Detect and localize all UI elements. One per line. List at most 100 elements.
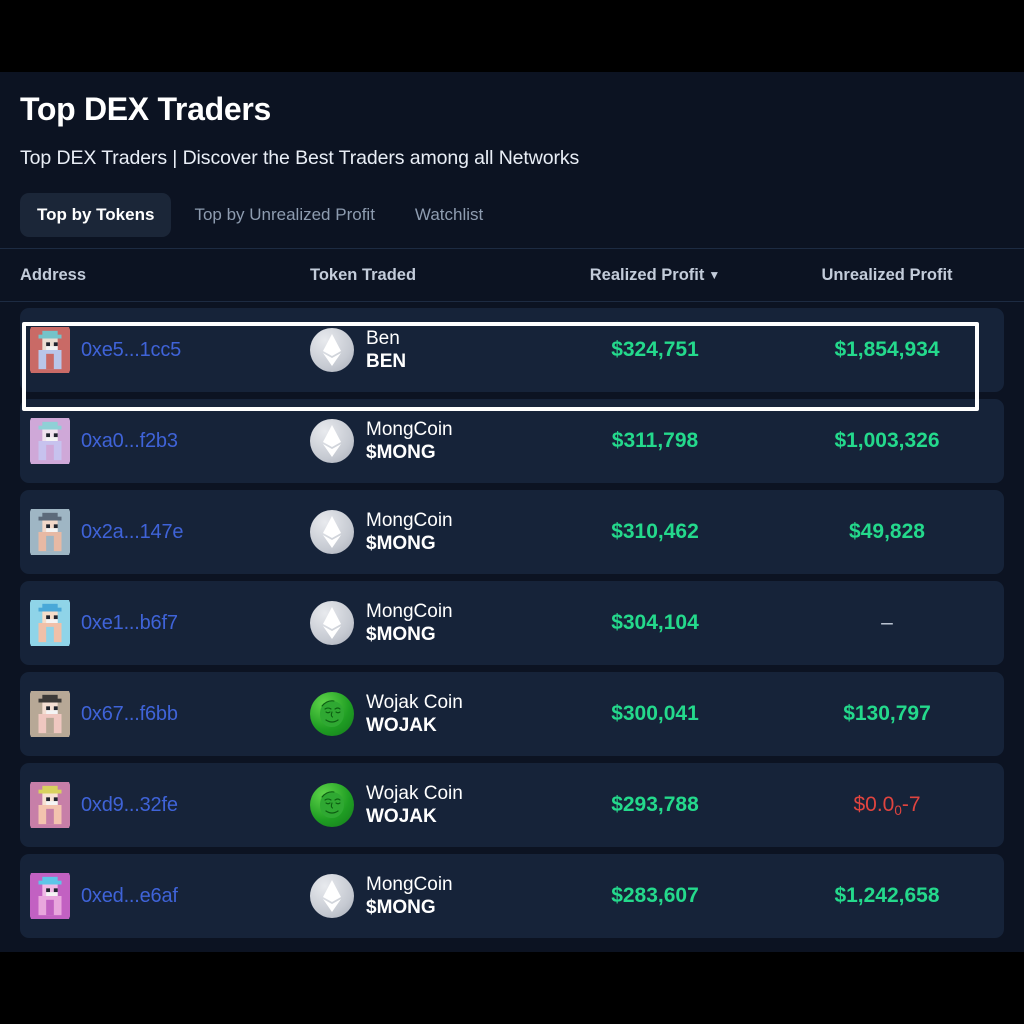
cell-address: 0x2a...147e	[20, 509, 310, 556]
token-labels: MongCoin $MONG	[366, 601, 453, 646]
cell-token-traded[interactable]: MongCoin $MONG	[310, 874, 540, 919]
trader-address-link[interactable]: 0xe1...b6f7	[81, 612, 178, 635]
trader-address-link[interactable]: 0xe5...1cc5	[81, 339, 181, 362]
cell-address: 0xe1...b6f7	[20, 600, 310, 647]
tab-watchlist[interactable]: Watchlist	[398, 193, 500, 237]
cell-address: 0xd9...32fe	[20, 782, 310, 829]
cell-realized-profit: $293,788	[611, 793, 699, 817]
trader-avatar	[30, 509, 70, 556]
token-symbol: $MONG	[366, 532, 436, 554]
trader-address-link[interactable]: 0xd9...32fe	[81, 794, 178, 817]
column-header-realized-profit-label: Realized Profit	[589, 265, 705, 284]
cell-address: 0xa0...f2b3	[20, 418, 310, 465]
token-name: MongCoin	[366, 600, 453, 622]
letterbox-bottom	[0, 952, 1024, 1024]
sort-descending-caret-icon: ▼	[708, 267, 721, 282]
trader-address-link[interactable]: 0xed...e6af	[81, 885, 178, 908]
table-row[interactable]: 0x67...f6bb Wojak Coin WOJAK $300,041 $130,7…	[20, 672, 1004, 757]
cell-token-traded[interactable]: Ben BEN	[310, 328, 540, 373]
column-header-realized-profit[interactable]: Realized Profit ▼	[540, 266, 770, 285]
cell-address: 0xe5...1cc5	[20, 327, 310, 374]
letterbox-top	[0, 0, 1024, 72]
eth-diamond-icon	[310, 601, 354, 646]
cell-realized-profit: $311,798	[611, 429, 699, 453]
tab-bar: Top by Tokens Top by Unrealized Profit W…	[20, 192, 1024, 238]
trader-address-link[interactable]: 0xa0...f2b3	[81, 430, 178, 453]
page-header: Top DEX Traders Top DEX Traders | Discov…	[0, 72, 1024, 238]
cell-token-traded[interactable]: MongCoin $MONG	[310, 510, 540, 555]
cell-unrealized-profit: $130,797	[843, 702, 931, 726]
token-name: Ben	[366, 327, 400, 349]
trader-address-link[interactable]: 0x67...f6bb	[81, 703, 178, 726]
cell-token-traded[interactable]: MongCoin $MONG	[310, 419, 540, 464]
trader-avatar	[30, 691, 70, 738]
tab-top-by-unrealized-profit[interactable]: Top by Unrealized Profit	[177, 193, 391, 237]
cell-realized-profit: $304,104	[611, 611, 699, 635]
column-header-token-traded[interactable]: Token Traded	[310, 266, 540, 285]
token-symbol: $MONG	[366, 441, 436, 463]
token-symbol: WOJAK	[366, 805, 437, 827]
cell-unrealized-profit: $0.00-7	[770, 793, 1004, 819]
cell-token-traded[interactable]: Wojak Coin WOJAK	[310, 783, 540, 828]
trader-avatar	[30, 600, 70, 647]
cell-unrealized-profit: –	[881, 611, 893, 635]
unrealized-value-mantissa: $0.0	[853, 793, 895, 817]
token-labels: MongCoin $MONG	[366, 510, 453, 555]
table-row[interactable]: 0xe5...1cc5 Ben BEN $324,751 $1,854,934	[20, 308, 1004, 393]
table-row[interactable]: 0xd9...32fe Wojak Coin WOJAK $293,788 $0.00-…	[20, 763, 1004, 848]
cell-unrealized-profit: $49,828	[849, 520, 925, 544]
cell-unrealized-profit: $1,854,934	[834, 338, 940, 362]
eth-diamond-icon	[310, 419, 354, 464]
trader-avatar	[30, 782, 70, 829]
eth-diamond-icon	[310, 874, 354, 919]
wojak-face-icon	[310, 783, 354, 828]
token-name: Wojak Coin	[366, 782, 463, 804]
table-row[interactable]: 0xed...e6af MongCoin $MONG $283,607 $1,242,6…	[20, 854, 1004, 939]
eth-diamond-icon	[310, 328, 354, 373]
page-title: Top DEX Traders	[20, 91, 271, 127]
token-labels: MongCoin $MONG	[366, 419, 453, 464]
cell-realized-profit: $310,462	[611, 520, 699, 544]
token-symbol: BEN	[366, 350, 407, 372]
eth-diamond-icon	[310, 510, 354, 555]
token-name: MongCoin	[366, 509, 453, 531]
token-name: Wojak Coin	[366, 691, 463, 713]
traders-table: Address Token Traded Realized Profit ▼ Un…	[0, 248, 1024, 939]
cell-realized-profit: $283,607	[611, 884, 699, 908]
trader-address-link[interactable]: 0x2a...147e	[81, 521, 184, 544]
cell-address: 0x67...f6bb	[20, 691, 310, 738]
cell-token-traded[interactable]: MongCoin $MONG	[310, 601, 540, 646]
unrealized-value-tail: -7	[901, 793, 921, 817]
cell-unrealized-profit: $1,242,658	[834, 884, 940, 908]
screenshot-root: Top DEX Traders Top DEX Traders | Discov…	[0, 0, 1024, 1024]
token-symbol: WOJAK	[366, 714, 437, 736]
token-labels: Wojak Coin WOJAK	[366, 783, 463, 828]
trader-avatar	[30, 327, 70, 374]
column-header-address[interactable]: Address	[20, 266, 310, 285]
token-labels: Ben BEN	[366, 328, 406, 373]
column-header-unrealized-profit[interactable]: Unrealized Profit	[770, 266, 1004, 285]
token-name: MongCoin	[366, 873, 453, 895]
tab-top-by-tokens[interactable]: Top by Tokens	[20, 193, 172, 238]
wojak-face-icon	[310, 692, 354, 737]
token-symbol: $MONG	[366, 896, 436, 918]
table-body: 0xe5...1cc5 Ben BEN $324,751 $1,854,934 0xa0.…	[0, 308, 1024, 939]
token-labels: MongCoin $MONG	[366, 874, 453, 919]
token-labels: Wojak Coin WOJAK	[366, 692, 463, 737]
cell-address: 0xed...e6af	[20, 873, 310, 920]
cell-realized-profit: $324,751	[611, 338, 699, 362]
cell-token-traded[interactable]: Wojak Coin WOJAK	[310, 692, 540, 737]
token-name: MongCoin	[366, 418, 453, 440]
table-header-row: Address Token Traded Realized Profit ▼ Un…	[0, 248, 1024, 303]
table-row[interactable]: 0xa0...f2b3 MongCoin $MONG $311,798 $1,003,3…	[20, 399, 1004, 484]
cell-unrealized-profit: $1,003,326	[834, 429, 940, 453]
token-symbol: $MONG	[366, 623, 436, 645]
table-row[interactable]: 0xe1...b6f7 MongCoin $MONG $304,104 –	[20, 581, 1004, 666]
trader-avatar	[30, 873, 70, 920]
app-viewport: Top DEX Traders Top DEX Traders | Discov…	[0, 72, 1024, 952]
cell-realized-profit: $300,041	[611, 702, 699, 726]
table-row[interactable]: 0x2a...147e MongCoin $MONG $310,462 $49,828	[20, 490, 1004, 575]
page-subtitle: Top DEX Traders | Discover the Best Trad…	[20, 147, 580, 170]
unrealized-value-zero-subscript: 0	[894, 803, 902, 819]
trader-avatar	[30, 418, 70, 465]
